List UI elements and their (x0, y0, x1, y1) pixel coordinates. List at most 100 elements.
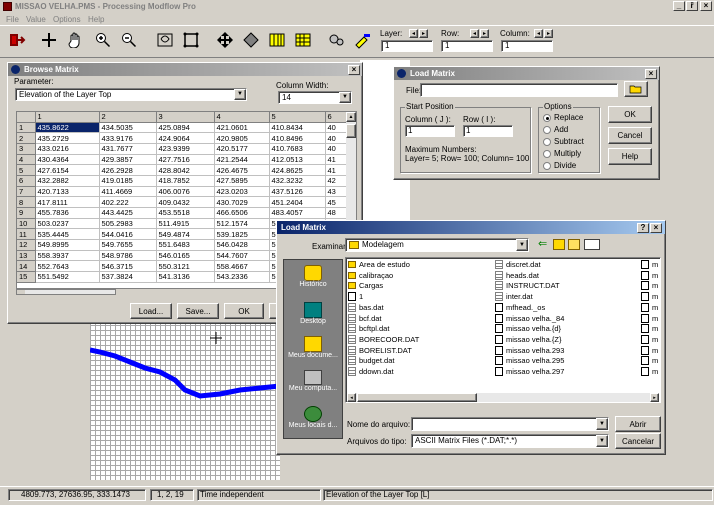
matrix-cell[interactable]: 548.9786 (99, 250, 157, 262)
matrix-cell[interactable]: 503.0237 (35, 218, 100, 230)
matrix-cell[interactable]: 43 (325, 186, 348, 198)
file-list-item[interactable]: m (641, 302, 658, 313)
view-menu-icon[interactable] (584, 239, 600, 250)
file-name-input[interactable]: ▼ (411, 417, 609, 431)
matrix-cell[interactable]: 410.8434 (269, 122, 326, 134)
matrix-cell[interactable]: 429.3857 (99, 154, 157, 166)
matrix-cell[interactable]: 418.7852 (156, 175, 215, 187)
matrix-cell[interactable]: 443.4425 (99, 207, 157, 219)
file-list-item[interactable]: BORELIST.DAT (348, 345, 412, 356)
column-width-select[interactable]: 14 ▼ (278, 91, 352, 104)
load-ok-button[interactable]: OK (608, 106, 652, 123)
matrix-cell[interactable]: 41 (325, 164, 348, 176)
matrix-cell[interactable]: 453.5518 (156, 207, 215, 219)
scroll-thumb[interactable] (346, 124, 356, 138)
column-next-button[interactable]: ▸ (544, 29, 553, 38)
matrix-cell[interactable]: 430.4364 (35, 154, 100, 166)
chevron-down-icon[interactable]: ▼ (516, 239, 528, 251)
matrix-cell[interactable]: 550.3121 (156, 260, 215, 273)
matrix-cell[interactable]: 417.8111 (35, 196, 100, 208)
layer-prev-button[interactable]: ◂ (409, 29, 418, 38)
matrix-cell[interactable]: 551.5492 (35, 271, 100, 283)
matrix-cell[interactable]: 426.4675 (214, 164, 270, 176)
row-header[interactable]: 10 (17, 218, 36, 230)
column-prev-button[interactable]: ◂ (534, 29, 543, 38)
matrix-cell[interactable]: 435.8622 (35, 122, 100, 134)
file-list-item[interactable]: m (641, 323, 658, 334)
matrix-cell[interactable]: 551.6483 (156, 239, 215, 251)
file-list-item[interactable]: bas.dat (348, 302, 384, 313)
parameter-select[interactable]: Elevation of the Layer Top ▼ (15, 88, 247, 101)
matrix-cell[interactable]: 535.4445 (35, 228, 100, 241)
matrix-cell[interactable]: 42 (325, 175, 348, 187)
place-my-documents[interactable]: Meus docume... (283, 336, 343, 359)
matrix-cell[interactable]: 425.0894 (156, 122, 215, 134)
move-icon[interactable] (214, 29, 236, 51)
matrix-cell[interactable]: 427.5895 (214, 175, 270, 187)
matrix-cell[interactable]: 420.5177 (214, 143, 270, 155)
option-subtract[interactable]: Subtract (543, 137, 584, 146)
matrix-cell[interactable]: 45 (325, 196, 348, 208)
file-list-item[interactable]: ddown.dat (348, 366, 394, 377)
file-list-item[interactable]: budget.dat (348, 355, 394, 366)
file-list-item[interactable]: Area de estudo (348, 259, 410, 270)
matrix-cell[interactable]: 430.7029 (214, 196, 270, 208)
file-dialog-close-button[interactable]: × (650, 223, 662, 233)
matrix-cell[interactable]: 427.7516 (156, 154, 215, 166)
load-help-button[interactable]: Help (608, 148, 652, 165)
place-history[interactable]: Histórico (283, 265, 343, 288)
matrix-cell[interactable]: 437.5126 (269, 186, 326, 198)
matrix-cell[interactable]: 419.0185 (99, 175, 157, 187)
file-list-item[interactable]: m (641, 355, 658, 366)
row-header[interactable]: 9 (17, 207, 36, 219)
matrix-cell[interactable]: 409.0432 (156, 196, 215, 208)
matrix-cell[interactable]: 546.3715 (99, 260, 157, 273)
restore-button[interactable]: ř (686, 1, 698, 11)
matrix-cell[interactable]: 431.7677 (99, 143, 157, 155)
row-header[interactable]: 5 (17, 164, 36, 176)
matrix-cell[interactable]: 40 (325, 143, 348, 155)
zoom-in-icon[interactable] (92, 29, 114, 51)
row-prev-button[interactable]: ◂ (470, 29, 479, 38)
open-button[interactable]: Abrir (615, 416, 661, 432)
file-list-item[interactable]: bcf.dat (348, 313, 382, 324)
file-list-item[interactable]: missao velha.{d} (495, 323, 561, 334)
matrix-cell[interactable]: 546.0165 (156, 250, 215, 262)
row-i-input[interactable]: 1 (463, 125, 513, 137)
matrix-cell[interactable]: 432.2882 (35, 175, 100, 187)
layer-input[interactable]: 1 (381, 40, 433, 52)
option-divide[interactable]: Divide (543, 161, 576, 170)
help-question-button[interactable]: ? (637, 223, 649, 233)
file-list-item[interactable]: m (641, 259, 658, 270)
matrix-cell[interactable]: 512.1574 (214, 218, 270, 230)
file-list-item[interactable]: 1 (348, 291, 363, 302)
layer-next-button[interactable]: ▸ (419, 29, 428, 38)
matrix-cell[interactable]: 40 (325, 132, 348, 144)
matrix-cell[interactable]: 543.2336 (214, 271, 270, 283)
matrix-cell[interactable]: 483.4057 (269, 207, 326, 219)
matrix-cell[interactable]: 420.7133 (35, 186, 100, 198)
matrix-cell[interactable]: 402.222 (99, 196, 157, 208)
matrix-cell[interactable]: 558.4667 (214, 260, 270, 273)
select-area-icon[interactable] (180, 29, 202, 51)
row-header[interactable]: 15 (17, 271, 36, 283)
matrix-cell[interactable]: 410.8496 (269, 132, 326, 144)
matrix-cell[interactable]: 412.0513 (269, 154, 326, 166)
column-header[interactable]: 2 (99, 112, 157, 123)
load-small-close-button[interactable]: × (645, 69, 657, 79)
column-input[interactable]: 1 (501, 40, 553, 52)
row-header[interactable]: 1 (17, 122, 36, 134)
save-button[interactable]: Save... (177, 303, 219, 319)
look-in-select[interactable]: Modelagem ▼ (345, 238, 529, 252)
load-button[interactable]: Load... (130, 303, 172, 319)
paint-icon[interactable] (352, 29, 374, 51)
matrix-cell[interactable]: 426.2928 (99, 164, 157, 176)
file-type-select[interactable]: ASCII Matrix Files (*.DAT;*.*) ▼ (411, 434, 609, 448)
option-multiply[interactable]: Multiply (543, 149, 581, 158)
file-list-item[interactable]: m (641, 313, 658, 324)
row-next-button[interactable]: ▸ (480, 29, 489, 38)
hscroll-thumb[interactable] (357, 393, 477, 402)
file-input[interactable] (420, 83, 618, 97)
matrix-cell[interactable]: 433.9176 (99, 132, 157, 144)
matrix-cell[interactable]: 537.3824 (99, 271, 157, 283)
